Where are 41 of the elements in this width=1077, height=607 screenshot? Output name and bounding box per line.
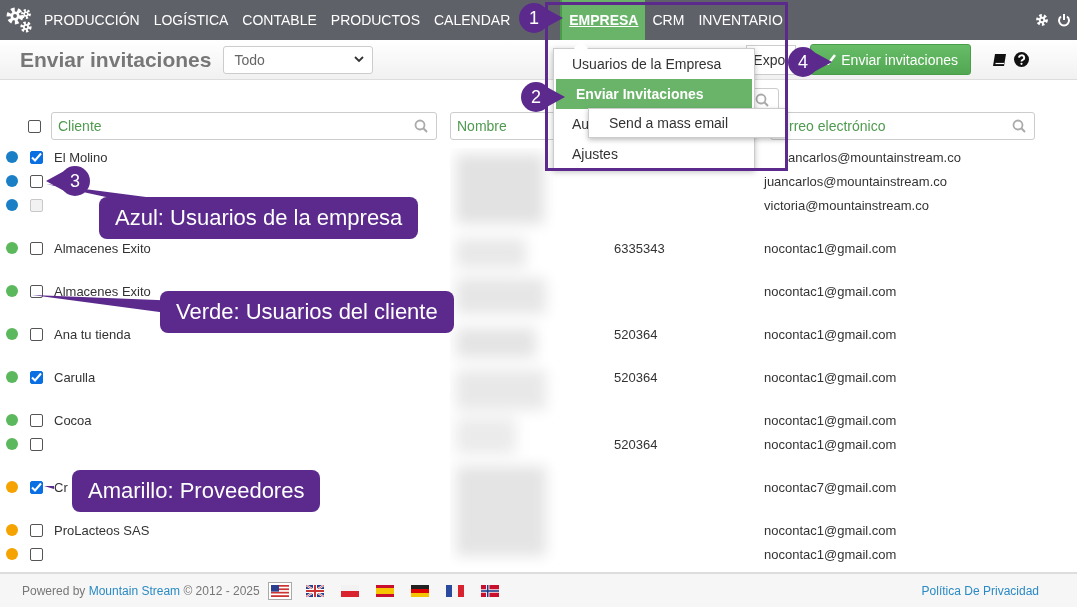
filter-field[interactable]: Cliente bbox=[51, 112, 437, 140]
table-cell: Carulla bbox=[54, 369, 96, 385]
filter-dropdown[interactable]: Todo bbox=[223, 45, 374, 74]
table-cell: victoria@mountainstream.co bbox=[764, 197, 929, 213]
nav-menu-item[interactable]: CALENDAR bbox=[427, 0, 518, 40]
table-cell: Almacenes Exito bbox=[54, 283, 151, 299]
nav-menu-item[interactable]: PRODUCCIÓN bbox=[37, 0, 147, 40]
table-cell: nocontac7@gmail.com bbox=[764, 479, 897, 495]
table-cell: 520364 bbox=[614, 326, 658, 342]
table-cell: nocontac1@gmail.com bbox=[764, 326, 897, 342]
nav-menu-item[interactable]: CRM bbox=[645, 0, 692, 40]
table-cell: nocontac1@gmail.com bbox=[764, 369, 897, 385]
table-cell: 6335343 bbox=[614, 240, 665, 256]
credit-text: Powered by Mountain Stream © 2012 - 2025 bbox=[22, 583, 260, 598]
dropdown-menu-item[interactable]: Ajustes bbox=[554, 139, 754, 169]
table-cell: ProLacteos SAS bbox=[54, 522, 150, 538]
table-cell: nocontac1@gmail.com bbox=[764, 240, 897, 256]
privacy-policy-link[interactable]: Política De Privacidad bbox=[921, 583, 1039, 598]
table-cell: nocontac1@gmail.com bbox=[764, 436, 897, 452]
nav-menu-item[interactable]: CONTABLE bbox=[235, 0, 324, 40]
table-cell: Cr bbox=[54, 479, 68, 495]
filter-field[interactable]: rreo electrónico bbox=[770, 112, 1035, 140]
page-title: Enviar invitaciones bbox=[20, 47, 212, 72]
callout-label: Amarillo: Proveedores bbox=[72, 470, 321, 512]
table-cell: 520364 bbox=[614, 369, 658, 385]
company-link[interactable]: Mountain Stream bbox=[88, 583, 181, 598]
table-cell: nocontac1@gmail.com bbox=[764, 412, 897, 428]
table-cell: ancarlos@mountainstream.co bbox=[788, 149, 961, 165]
nav-menu-item[interactable]: LOGÍSTICA bbox=[146, 0, 236, 40]
table-cell: nocontac1@gmail.com bbox=[764, 546, 897, 562]
table-cell: nocontac1@gmail.com bbox=[764, 522, 897, 538]
nav-menu-item[interactable]: PRODUCTOS bbox=[323, 0, 427, 40]
submenu-item[interactable]: Send a mass email bbox=[589, 115, 729, 131]
table-cell: 520364 bbox=[614, 436, 658, 452]
table-cell: juancarlos@mountainstream.co bbox=[764, 173, 947, 189]
nav-menu-item[interactable]: INVENTARIO bbox=[691, 0, 790, 40]
table-cell: nocontac1@gmail.com bbox=[764, 283, 897, 299]
table-cell: Ana tu tienda bbox=[54, 326, 131, 342]
table-cell: Almacenes Exito bbox=[54, 240, 151, 256]
table-cell: El Molino bbox=[54, 149, 108, 165]
table-cell: Cocoa bbox=[54, 412, 92, 428]
